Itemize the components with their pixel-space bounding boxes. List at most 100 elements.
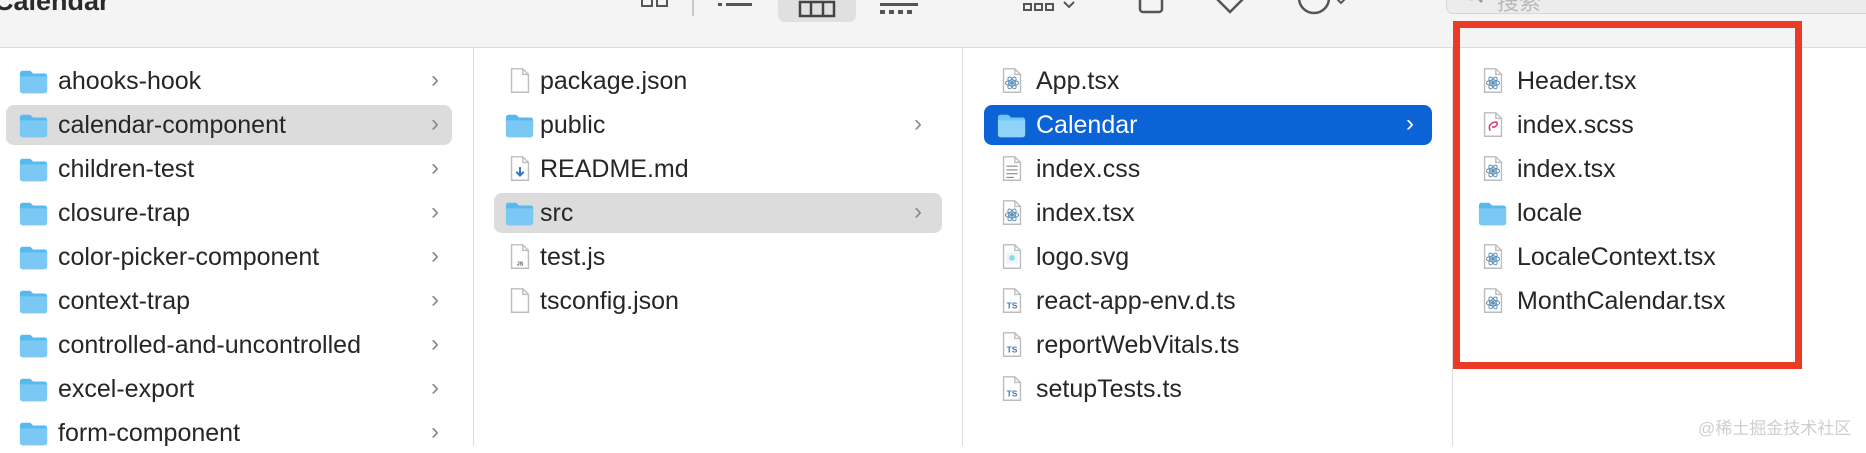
group-button[interactable] [1022, 0, 1082, 22]
gallery-icon [880, 3, 918, 14]
folder-row[interactable]: ahooks-hook › [6, 61, 452, 101]
browser-column-1: ahooks-hook › calendar-component › children-… [0, 48, 473, 447]
item-name: ahooks-hook [58, 67, 202, 95]
folder-row[interactable]: excel-export › [6, 369, 452, 409]
item-name: src [540, 199, 574, 227]
item-name: calendar-component [58, 111, 286, 139]
folder-icon [19, 114, 48, 138]
folder-row[interactable]: src › [494, 193, 942, 233]
item-name: color-picker-component [58, 243, 320, 271]
item-name: react-app-env.d.ts [1036, 287, 1236, 315]
tags-button[interactable] [1208, 0, 1252, 22]
action-button[interactable] [1294, 0, 1364, 22]
folder-row[interactable]: color-picker-component › [6, 237, 452, 277]
item-name: excel-export [58, 375, 195, 403]
folder-row[interactable]: context-trap › [6, 281, 452, 321]
annotation-highlight-box [1453, 21, 1802, 369]
folder-icon [19, 422, 48, 446]
item-name: test.js [540, 243, 606, 271]
tag-icon [1216, 0, 1244, 14]
file-row[interactable]: tsconfig.json [494, 281, 942, 321]
chevron-right-icon: › [431, 374, 439, 401]
file-row[interactable]: TS react-app-env.d.ts [984, 281, 1432, 321]
folder-row[interactable]: calendar-component › [6, 105, 452, 145]
file-row[interactable]: JS test.js [494, 237, 942, 277]
svg-text:TS: TS [1007, 345, 1018, 355]
item-name: package.json [540, 67, 688, 95]
document-icon [510, 68, 530, 93]
file-row[interactable]: README.md [494, 149, 942, 189]
share-icon [1138, 0, 1164, 14]
folder-icon [505, 114, 534, 138]
ellipsis-circle-icon [1297, 0, 1346, 15]
folder-icon [19, 334, 48, 358]
item-name: README.md [540, 155, 689, 183]
svg-text:TS: TS [1007, 389, 1018, 399]
item-name: context-trap [58, 287, 191, 315]
item-name: form-component [58, 419, 241, 447]
chevron-right-icon: › [1406, 110, 1414, 137]
react-file-icon [1002, 68, 1022, 93]
toolbar-separator [692, 0, 694, 16]
item-name: setupTests.ts [1036, 375, 1182, 403]
item-name: logo.svg [1036, 243, 1130, 271]
chevron-right-icon: › [431, 66, 439, 93]
group-grid-icon [1023, 1, 1075, 11]
document-icon [510, 288, 530, 313]
react-file-icon [1002, 200, 1022, 225]
item-name: tsconfig.json [540, 287, 679, 315]
browser-column-3: App.tsx Calendar › index.css index.tsx logo.s… [963, 48, 1452, 446]
list-icon [718, 3, 752, 6]
window-title: Calendar [0, 0, 110, 16]
folder-row[interactable]: closure-trap › [6, 193, 452, 233]
folder-row[interactable]: controlled-and-uncontrolled › [6, 325, 452, 365]
svg-text:JS: JS [517, 261, 524, 267]
gallery-view-button[interactable] [878, 0, 922, 22]
folder-row[interactable]: public › [494, 105, 942, 145]
watermark: @稀土掘金技术社区 [1698, 419, 1852, 438]
file-row[interactable]: package.json [494, 61, 942, 101]
file-row[interactable]: TS reportWebVitals.ts [984, 325, 1432, 365]
item-name: public [540, 111, 606, 139]
folder-icon [19, 378, 48, 402]
folder-icon [997, 114, 1026, 138]
text-file-icon [1002, 156, 1022, 181]
svg-text:TS: TS [1007, 301, 1018, 311]
share-button[interactable] [1136, 0, 1168, 22]
item-name: closure-trap [58, 199, 190, 227]
chevron-right-icon: › [431, 286, 439, 313]
chevron-right-icon: › [914, 198, 922, 225]
icon-view-button[interactable] [640, 0, 670, 22]
file-row[interactable]: logo.svg [984, 237, 1432, 277]
folder-row[interactable]: children-test › [6, 149, 452, 189]
file-row[interactable]: index.css [984, 149, 1432, 189]
file-row[interactable]: App.tsx [984, 61, 1432, 101]
folder-icon [19, 158, 48, 182]
folder-row[interactable]: form-component › [6, 413, 452, 453]
column-view-button[interactable] [778, 0, 856, 22]
list-view-button[interactable] [716, 0, 756, 22]
typescript-file-icon: TS [1002, 376, 1022, 401]
folder-icon [19, 246, 48, 270]
folder-icon [19, 70, 48, 94]
folder-icon [19, 202, 48, 226]
file-row[interactable]: TS setupTests.ts [984, 369, 1432, 409]
markdown-file-icon [510, 156, 530, 181]
javascript-file-icon: JS [510, 244, 530, 269]
file-row[interactable]: index.tsx [984, 193, 1432, 233]
item-name: reportWebVitals.ts [1036, 331, 1240, 359]
chevron-right-icon: › [431, 242, 439, 269]
typescript-file-icon: TS [1002, 332, 1022, 357]
item-name: controlled-and-uncontrolled [58, 331, 361, 359]
search-field[interactable]: 搜索 [1446, 0, 1866, 15]
folder-icon [19, 290, 48, 314]
item-name: children-test [58, 155, 195, 183]
item-name: index.tsx [1036, 199, 1135, 227]
chevron-right-icon: › [431, 418, 439, 445]
icon-grid-icon [641, 0, 668, 7]
item-name: Calendar [1036, 111, 1138, 139]
item-name: App.tsx [1036, 67, 1120, 95]
search-placeholder: 搜索 [1497, 0, 1542, 15]
typescript-file-icon: TS [1002, 288, 1022, 313]
folder-row[interactable]: Calendar › [984, 105, 1432, 145]
